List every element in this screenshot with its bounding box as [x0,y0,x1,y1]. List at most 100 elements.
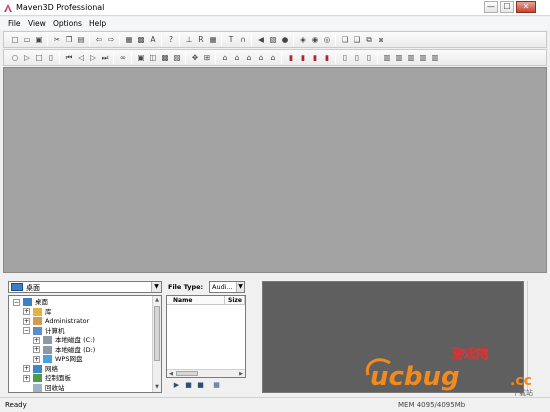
record-icon[interactable]: ○ [10,53,20,63]
location-dropdown[interactable]: 桌面 ▼ [8,281,162,293]
new-file-icon[interactable]: □ [10,35,20,45]
paste-icon[interactable]: ▤ [76,35,86,45]
help-icon[interactable]: ? [166,35,176,45]
pause-icon[interactable]: ▯ [46,53,56,63]
tree-item[interactable]: + 本地磁盘 (C:) [33,335,95,345]
snap-icon[interactable]: ⊞ [202,53,212,63]
camera-icon[interactable]: ▩ [160,53,170,63]
copy-icon[interactable]: ❐ [64,35,74,45]
font-icon[interactable]: A [148,35,158,45]
move-icon[interactable]: ✥ [190,53,200,63]
sphere-icon[interactable]: ● [280,35,290,45]
tree-item[interactable]: − 桌面 [13,297,48,307]
scroll-right-icon[interactable]: ▶ [237,370,245,378]
cube-icon[interactable]: ◈ [298,35,308,45]
view-5-icon[interactable]: ▥ [430,53,440,63]
house-2-icon[interactable]: ⌂ [232,53,242,63]
keyframe-icon[interactable]: ◫ [148,53,158,63]
layout-icon[interactable]: ▦ [124,35,134,45]
book-red-2-icon[interactable]: ▮ [298,53,308,63]
scroll-left-icon[interactable]: ◀ [167,370,175,378]
tree-item[interactable]: + 库 [23,307,52,317]
file-list[interactable]: Name Size ◀ ▶ [166,295,246,378]
expand-icon[interactable]: + [23,317,30,325]
expand-icon[interactable]: + [23,365,30,372]
speaker-icon[interactable]: ◀ [256,35,266,45]
collapse-icon[interactable]: − [13,298,20,306]
object-icon[interactable]: ▧ [268,35,278,45]
column-header-size[interactable]: Size [225,296,245,305]
3d-viewport[interactable] [3,67,547,273]
material-icon[interactable]: ▩ [136,35,146,45]
save-icon[interactable]: ▣ [34,35,44,45]
house-3-icon[interactable]: ⌂ [244,53,254,63]
torus-icon[interactable]: ◎ [322,35,332,45]
tree-item[interactable]: 回收站 [23,383,65,393]
view-4-icon[interactable]: ▥ [418,53,428,63]
doc-3-icon[interactable]: ▯ [364,53,374,63]
house-4-icon[interactable]: ⌂ [256,53,266,63]
link-icon[interactable]: ⧉ [364,35,374,45]
rewind-icon[interactable]: ⏮ [64,53,74,63]
expand-icon[interactable]: + [33,355,40,363]
doc-2-icon[interactable]: ▯ [352,53,362,63]
menu-view[interactable]: View [28,19,46,28]
menu-help[interactable]: Help [89,19,106,28]
cut-icon[interactable]: ✂ [52,35,62,45]
align-icon[interactable]: ⊥ [184,35,194,45]
unlink-icon[interactable]: ⧈ [376,35,386,45]
step-forward-icon[interactable]: ▷ [88,53,98,63]
tree-item[interactable]: + WPS网盘 [33,354,82,364]
undo-icon[interactable]: ⇦ [94,35,104,45]
tree-item[interactable]: + 本地磁盘 (D:) [33,345,95,355]
headphones-icon[interactable]: ∩ [238,35,248,45]
chevron-down-icon[interactable]: ▼ [236,282,244,292]
view-icon[interactable]: ▥ [382,53,392,63]
stop-icon[interactable]: □ [34,53,44,63]
close-button[interactable]: ✕ [516,1,536,13]
menu-file[interactable]: File [8,19,21,28]
expand-icon[interactable]: + [23,308,30,315]
expand-icon[interactable]: + [23,374,30,382]
scroll-down-icon[interactable]: ▼ [153,383,161,391]
text-icon[interactable]: T [226,35,236,45]
ungroup-icon[interactable]: ❑ [352,35,362,45]
chevron-down-icon[interactable]: ▼ [151,282,161,292]
menu-options[interactable]: Options [53,19,82,28]
scroll-thumb[interactable] [154,306,160,361]
tree-item[interactable]: + 控制面板 [23,373,71,383]
house-icon[interactable]: ⌂ [220,53,230,63]
step-back-icon[interactable]: ◁ [76,53,86,63]
view-3-icon[interactable]: ▥ [406,53,416,63]
book-red-4-icon[interactable]: ▮ [322,53,332,63]
view-2-icon[interactable]: ▥ [394,53,404,63]
expand-icon[interactable]: + [33,346,40,353]
redo-icon[interactable]: ⇨ [106,35,116,45]
stop-icon[interactable]: ■ [184,381,193,390]
scroll-up-icon[interactable]: ▲ [153,296,161,304]
folder-tree[interactable]: ▲ ▼ − 桌面 + 库 + Administrator − 计算机 + 本地磁盘 (C:) + 本地… [8,295,162,393]
grid-icon[interactable]: ▦ [212,381,221,390]
scroll-thumb[interactable] [176,371,198,376]
play-icon[interactable]: ▶ [172,381,181,390]
light-icon[interactable]: ▨ [172,53,182,63]
minimize-button[interactable]: — [484,1,498,13]
tree-item[interactable]: + Administrator [23,316,89,326]
column-header-name[interactable]: Name [167,296,225,305]
frame-icon[interactable]: ▣ [136,53,146,63]
maximize-button[interactable]: ☐ [500,1,514,13]
record-icon[interactable]: ■ [196,381,205,390]
horizontal-scrollbar[interactable]: ◀ ▶ [167,369,245,377]
expand-icon[interactable]: + [33,336,40,344]
collapse-icon[interactable]: − [23,327,30,334]
book-red-icon[interactable]: ▮ [286,53,296,63]
vertical-scrollbar[interactable]: ▲ ▼ [152,296,161,392]
fast-forward-icon[interactable]: ⏭ [100,53,110,63]
house-5-icon[interactable]: ⌂ [268,53,278,63]
play-icon[interactable]: ▷ [22,53,32,63]
open-folder-icon[interactable]: ▭ [22,35,32,45]
group-icon[interactable]: ❏ [340,35,350,45]
cylinder-icon[interactable]: ◉ [310,35,320,45]
file-type-dropdown[interactable]: Audi... ▼ [209,281,245,293]
render-icon[interactable]: R [196,35,206,45]
